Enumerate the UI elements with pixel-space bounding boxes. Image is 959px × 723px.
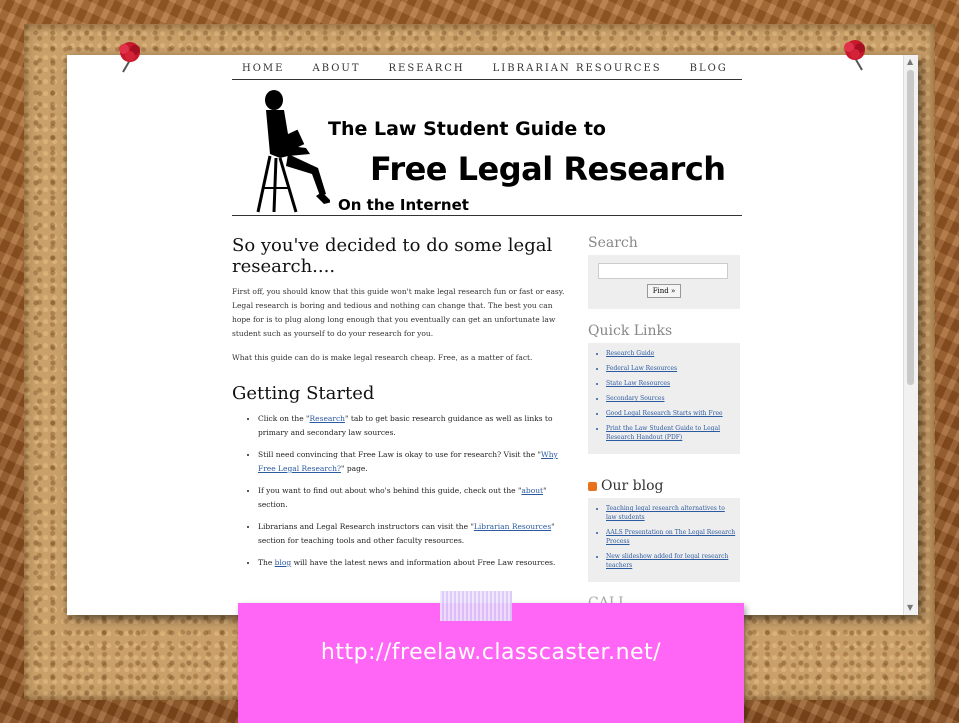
blog-post-link[interactable]: New slideshow added for legal research t… <box>606 552 736 570</box>
flower-pin-icon <box>844 40 865 71</box>
logo-line-3: On the Internet <box>338 196 469 214</box>
intro-paragraph: First off, you should know that this gui… <box>232 287 565 338</box>
getting-started-list: Click on the "Research" tab to get basic… <box>232 412 567 570</box>
list-item-text: Click on the " <box>258 414 310 423</box>
flower-pin-icon <box>119 42 140 73</box>
blog-heading-text: Our blog <box>601 478 664 494</box>
blog-link[interactable]: blog <box>275 558 292 567</box>
nav-home[interactable]: HOME <box>242 63 284 74</box>
list-item: Librarians and Legal Research instructor… <box>258 520 567 548</box>
list-item-text: Librarians and Legal Research instructor… <box>258 522 474 531</box>
page-title: So you've decided to do some legal resea… <box>232 235 553 277</box>
blog-post-link[interactable]: AALS Presentation on The Legal Research … <box>606 528 736 546</box>
logo-line-1: The Law Student Guide to <box>328 118 606 140</box>
intro-paragraph-2: What this guide can do is make legal res… <box>232 353 533 362</box>
vertical-scrollbar[interactable]: ▲ ▼ <box>903 55 918 615</box>
librarian-resources-link[interactable]: Librarian Resources <box>474 522 551 531</box>
page-content: HOME ABOUT RESEARCH LIBRARIAN RESOURCES … <box>232 55 742 611</box>
nav-about[interactable]: ABOUT <box>312 63 360 74</box>
quick-links-widget: Research Guide Federal Law Resources Sta… <box>588 343 740 454</box>
quick-link-federal-law[interactable]: Federal Law Resources <box>606 364 736 373</box>
find-button[interactable]: Find » <box>647 284 681 298</box>
scroll-thumb[interactable] <box>907 70 914 385</box>
logo-line-2: Free Legal Research <box>370 150 726 188</box>
research-link[interactable]: Research <box>310 414 345 423</box>
quick-link-state-law[interactable]: State Law Resources <box>606 379 736 388</box>
search-widget: Find » <box>588 255 740 309</box>
quick-link-good-legal-research[interactable]: Good Legal Research Starts with Free <box>606 409 736 418</box>
list-item-text: The <box>258 558 275 567</box>
nav-research[interactable]: RESEARCH <box>389 63 465 74</box>
main-column: So you've decided to do some legal resea… <box>232 235 567 578</box>
about-link[interactable]: about <box>521 486 543 495</box>
quick-link-secondary-sources[interactable]: Secondary Sources <box>606 394 736 403</box>
list-item-text: " page. <box>341 464 368 473</box>
list-item: The blog will have the latest news and i… <box>258 556 567 570</box>
list-item: If you want to find out about who's behi… <box>258 484 567 512</box>
search-input[interactable] <box>598 263 728 279</box>
getting-started-heading: Getting Started <box>232 383 375 404</box>
browser-screenshot: HOME ABOUT RESEARCH LIBRARIAN RESOURCES … <box>67 55 918 615</box>
tape-strip <box>440 591 512 621</box>
url-caption[interactable]: http://freelaw.classcaster.net/ <box>238 640 744 665</box>
list-item: Click on the "Research" tab to get basic… <box>258 412 567 440</box>
list-item-text: will have the latest news and informatio… <box>291 558 556 567</box>
list-item: Still need convincing that Free Law is o… <box>258 448 567 476</box>
blog-heading: Our blog <box>588 478 740 494</box>
nav-blog[interactable]: BLOG <box>690 63 728 74</box>
search-heading: Search <box>588 235 638 251</box>
blog-post-link[interactable]: Teaching legal research alternatives to … <box>606 504 736 522</box>
scroll-down-arrow-icon[interactable]: ▼ <box>907 604 913 612</box>
blog-widget: Teaching legal research alternatives to … <box>588 498 740 582</box>
quick-links-heading: Quick Links <box>588 323 673 339</box>
quick-link-print-handout[interactable]: Print the Law Student Guide to Legal Res… <box>606 424 736 442</box>
top-nav: HOME ABOUT RESEARCH LIBRARIAN RESOURCES … <box>232 55 742 80</box>
list-item-text: Still need convincing that Free Law is o… <box>258 450 541 459</box>
sidebar: Search Find » Quick Links Research Guide… <box>588 235 740 606</box>
quick-link-research-guide[interactable]: Research Guide <box>606 349 736 358</box>
rss-icon[interactable] <box>588 481 597 491</box>
list-item-text: If you want to find out about who's behi… <box>258 486 522 495</box>
site-header: The Law Student Guide to Free Legal Rese… <box>232 80 742 216</box>
nav-librarian-resources[interactable]: LIBRARIAN RESOURCES <box>493 63 662 74</box>
scroll-up-arrow-icon[interactable]: ▲ <box>907 58 913 66</box>
student-silhouette-icon <box>256 90 330 213</box>
